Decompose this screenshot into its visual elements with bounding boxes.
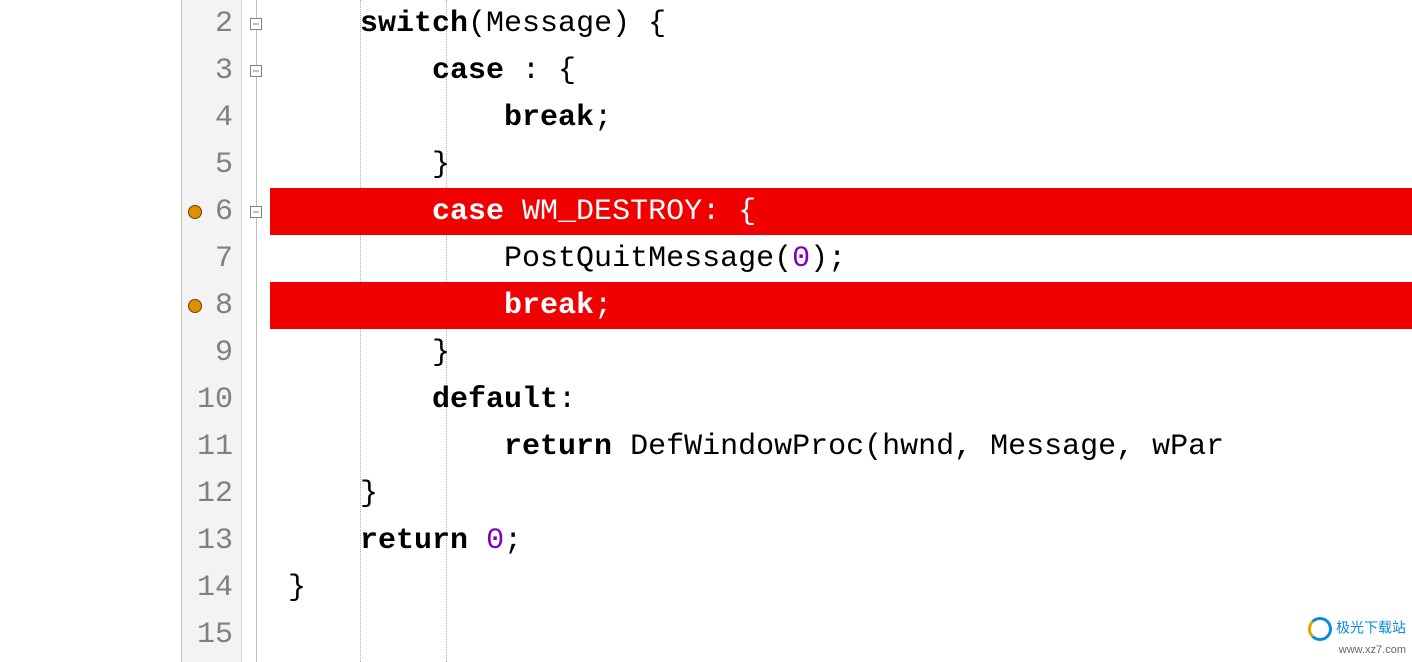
margin-cell[interactable] (0, 612, 181, 659)
indent (270, 242, 504, 276)
indent (270, 571, 288, 605)
line-number[interactable]: 3 (182, 47, 241, 94)
fold-toggle-icon[interactable] (250, 65, 262, 77)
line-number[interactable]: 2 (182, 0, 241, 47)
code-line[interactable]: } (270, 565, 1412, 612)
token-kw: case (432, 195, 504, 229)
indent (270, 195, 432, 229)
line-number[interactable]: 11 (182, 424, 241, 471)
fold-toggle-icon[interactable] (250, 206, 262, 218)
token-kw: break (504, 101, 594, 135)
token-txt: ; (504, 524, 522, 558)
watermark-site: www.xz7.com (1339, 644, 1406, 656)
code-area[interactable]: switch(Message) { case : { break; } case… (270, 0, 1412, 662)
indent (270, 524, 360, 558)
token-txt: } (288, 571, 306, 605)
fold-toggle-icon[interactable] (250, 18, 262, 30)
margin-cell[interactable] (0, 235, 181, 282)
margin-cell[interactable] (0, 188, 181, 235)
breakpoint-line-number[interactable]: 8 (182, 282, 241, 329)
token-txt: } (432, 336, 450, 370)
fold-column[interactable] (242, 0, 270, 662)
line-number[interactable]: 4 (182, 94, 241, 141)
code-line[interactable]: } (270, 329, 1412, 376)
watermark-logo-icon (1308, 617, 1332, 641)
token-kw: return (504, 430, 612, 464)
token-kw: switch (360, 7, 468, 41)
watermark: 极光下载站 www.xz7.com (1308, 617, 1406, 656)
token-txt: PostQuitMessage( (504, 242, 792, 276)
margin-cell[interactable] (0, 47, 181, 94)
token-num: 0 (792, 242, 810, 276)
token-kw: break (504, 289, 594, 323)
margin-cell[interactable] (0, 94, 181, 141)
code-line[interactable]: PostQuitMessage(0); (270, 235, 1412, 282)
indent (270, 618, 288, 652)
token-txt: } (432, 148, 450, 182)
token-txt: ; (594, 101, 612, 135)
token-kw: case (432, 54, 504, 88)
margin-cell[interactable] (0, 518, 181, 565)
indent (270, 430, 504, 464)
margin-cell[interactable] (0, 377, 181, 424)
breakpoint-line-number[interactable]: 6 (182, 188, 241, 235)
line-number[interactable]: 15 (182, 612, 241, 659)
code-line[interactable] (270, 612, 1412, 659)
indent (270, 148, 432, 182)
margin-cell[interactable] (0, 471, 181, 518)
line-number-gutter[interactable]: 23456789101112131415 (182, 0, 242, 662)
indent (270, 101, 504, 135)
line-number[interactable]: 13 (182, 518, 241, 565)
indent (270, 383, 432, 417)
margin-cell[interactable] (0, 329, 181, 376)
line-number[interactable]: 14 (182, 565, 241, 612)
token-kw: default (432, 383, 558, 417)
token-txt: ; (594, 289, 612, 323)
token-txt: WM_DESTROY: { (504, 195, 756, 229)
code-editor: 23456789101112131415 switch(Message) { c… (0, 0, 1412, 662)
token-txt (468, 524, 486, 558)
indent (270, 54, 432, 88)
line-number[interactable]: 7 (182, 235, 241, 282)
watermark-brand: 极光下载站 (1336, 619, 1406, 635)
token-txt: : (558, 383, 576, 417)
margin-cell[interactable] (0, 424, 181, 471)
highlighted-code-line[interactable]: case WM_DESTROY: { (270, 188, 1412, 235)
code-line[interactable]: return DefWindowProc(hwnd, Message, wPar (270, 424, 1412, 471)
bookmark-margin[interactable] (0, 0, 182, 662)
code-line[interactable]: case : { (270, 47, 1412, 94)
code-line[interactable]: } (270, 141, 1412, 188)
token-txt: DefWindowProc(hwnd, Message, wPar (612, 430, 1224, 464)
line-number[interactable]: 12 (182, 471, 241, 518)
code-line[interactable]: break; (270, 94, 1412, 141)
margin-cell[interactable] (0, 141, 181, 188)
fold-vertical-line (256, 0, 257, 662)
token-txt: ); (810, 242, 846, 276)
code-line[interactable]: return 0; (270, 518, 1412, 565)
indent (270, 336, 432, 370)
code-line[interactable]: } (270, 471, 1412, 518)
token-num: 0 (486, 524, 504, 558)
margin-cell[interactable] (0, 282, 181, 329)
highlighted-code-line[interactable]: break; (270, 282, 1412, 329)
line-number[interactable]: 9 (182, 329, 241, 376)
indent (270, 7, 360, 41)
token-kw: return (360, 524, 468, 558)
indent (270, 289, 504, 323)
margin-cell[interactable] (0, 0, 181, 47)
line-number[interactable]: 10 (182, 377, 241, 424)
indent (270, 477, 360, 511)
token-txt: : { (504, 54, 576, 88)
token-txt: } (360, 477, 378, 511)
margin-cell[interactable] (0, 565, 181, 612)
line-number[interactable]: 5 (182, 141, 241, 188)
code-line[interactable]: default: (270, 377, 1412, 424)
code-line[interactable]: switch(Message) { (270, 0, 1412, 47)
token-txt: (Message) { (468, 7, 666, 41)
